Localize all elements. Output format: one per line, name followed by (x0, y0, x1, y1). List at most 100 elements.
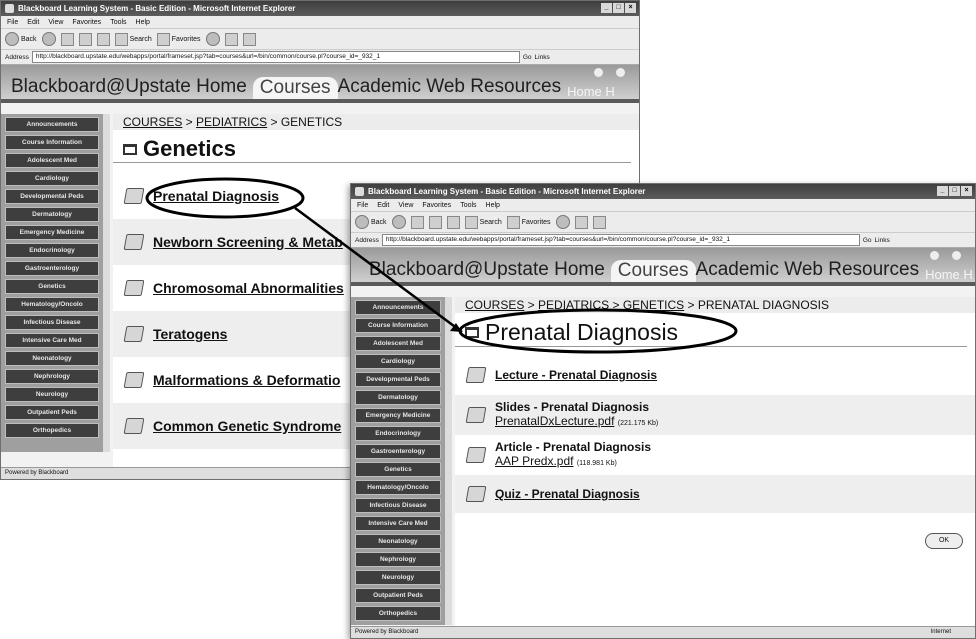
forward-icon[interactable] (391, 215, 406, 229)
menu-edit[interactable]: Edit (377, 202, 389, 209)
sidebar-item-outpatient-peds[interactable]: Outpatient Peds (355, 588, 441, 603)
back-button[interactable]: Back (355, 215, 387, 229)
refresh-icon[interactable] (78, 32, 92, 46)
sidebar-item-neurology[interactable]: Neurology (5, 387, 99, 402)
ok-button[interactable]: OK (925, 533, 963, 549)
sidebar-item-announcements[interactable]: Announcements (355, 300, 441, 315)
favorites-button[interactable]: Favorites (156, 32, 201, 46)
sidebar-item-neurology[interactable]: Neurology (355, 570, 441, 585)
menu-tools[interactable]: Tools (460, 202, 476, 209)
sidebar-item-infectious-disease[interactable]: Infectious Disease (355, 498, 441, 513)
home-help-label[interactable]: Home H (567, 84, 615, 99)
sidebar-item-genetics[interactable]: Genetics (355, 462, 441, 477)
tab-academic-resources[interactable]: Academic Web Resources (696, 259, 926, 282)
refresh-icon[interactable] (428, 215, 442, 229)
sidebar-item-neonatology[interactable]: Neonatology (5, 351, 99, 366)
tab-home[interactable]: Blackboard@Upstate Home (351, 259, 611, 282)
sidebar-item-orthopedics[interactable]: Orthopedics (355, 606, 441, 621)
crumb-courses[interactable]: COURSES (123, 115, 182, 129)
sidebar-item-hematology-oncolo[interactable]: Hematology/Oncolo (355, 480, 441, 495)
sidebar-item-announcements[interactable]: Announcements (5, 117, 99, 132)
maximize-button[interactable]: □ (613, 3, 624, 13)
home-help-label[interactable]: Home H (925, 267, 973, 282)
crumb-pediatrics[interactable]: PEDIATRICS (538, 298, 609, 312)
sidebar-item-course-information[interactable]: Course Information (355, 318, 441, 333)
search-button[interactable]: Search (114, 32, 152, 46)
tab-academic-resources[interactable]: Academic Web Resources (338, 76, 568, 99)
sidebar-item-neonatology[interactable]: Neonatology (355, 534, 441, 549)
sidebar-item-adolescent-med[interactable]: Adolescent Med (355, 336, 441, 351)
menu-help[interactable]: Help (486, 202, 500, 209)
sidebar-item-developmental-peds[interactable]: Developmental Peds (5, 189, 99, 204)
sidebar-item-course-information[interactable]: Course Information (5, 135, 99, 150)
sidebar-item-hematology-oncolo[interactable]: Hematology/Oncolo (5, 297, 99, 312)
sidebar-item-adolescent-med[interactable]: Adolescent Med (5, 153, 99, 168)
crumb-courses[interactable]: COURSES (465, 298, 524, 312)
close-button[interactable]: × (625, 3, 636, 13)
go-button[interactable]: Go (523, 54, 532, 61)
slides-file-link[interactable]: PrenatalDxLecture.pdf (495, 414, 614, 428)
home-icon[interactable] (446, 215, 460, 229)
sidebar-item-nephrology[interactable]: Nephrology (5, 369, 99, 384)
topic-link[interactable]: Prenatal Diagnosis (153, 188, 279, 204)
sidebar-item-genetics[interactable]: Genetics (5, 279, 99, 294)
forward-icon[interactable] (41, 32, 56, 46)
links-button[interactable]: Links (875, 237, 890, 244)
home-icon[interactable] (594, 68, 603, 77)
mail-icon[interactable] (574, 215, 588, 229)
sidebar-scrollbar[interactable] (445, 297, 452, 625)
home-icon[interactable] (96, 32, 110, 46)
sidebar-item-nephrology[interactable]: Nephrology (355, 552, 441, 567)
print-icon[interactable] (242, 32, 256, 46)
home-icon[interactable] (930, 251, 939, 260)
sidebar-item-cardiology[interactable]: Cardiology (5, 171, 99, 186)
go-button[interactable]: Go (863, 237, 872, 244)
sidebar-item-outpatient-peds[interactable]: Outpatient Peds (5, 405, 99, 420)
tab-courses[interactable]: Courses (610, 260, 696, 282)
address-input[interactable]: http://blackboard.upstate.edu/webapps/po… (31, 51, 520, 63)
mail-icon[interactable] (224, 32, 238, 46)
menu-view[interactable]: View (48, 19, 63, 26)
help-icon[interactable] (952, 251, 961, 260)
history-icon[interactable] (555, 215, 570, 229)
topic-link[interactable]: Malformations & Deformatio (153, 372, 340, 388)
topic-link[interactable]: Teratogens (153, 326, 227, 342)
topic-link[interactable]: Newborn Screening & Metab (153, 234, 343, 250)
links-button[interactable]: Links (535, 54, 550, 61)
sidebar-item-dermatology[interactable]: Dermatology (355, 390, 441, 405)
menu-favorites[interactable]: Favorites (422, 202, 451, 209)
stop-icon[interactable] (60, 32, 74, 46)
back-button[interactable]: Back (5, 32, 37, 46)
crumb-pediatrics[interactable]: PEDIATRICS (196, 115, 267, 129)
sidebar-item-developmental-peds[interactable]: Developmental Peds (355, 372, 441, 387)
menu-view[interactable]: View (398, 202, 413, 209)
tab-courses[interactable]: Courses (252, 77, 338, 99)
address-input[interactable]: http://blackboard.upstate.edu/webapps/po… (381, 234, 860, 246)
menu-file[interactable]: File (357, 202, 368, 209)
sidebar-item-gastroenterology[interactable]: Gastroenterology (355, 444, 441, 459)
sidebar-item-gastroenterology[interactable]: Gastroenterology (5, 261, 99, 276)
help-icon[interactable] (616, 68, 625, 77)
menu-help[interactable]: Help (136, 19, 150, 26)
sidebar-item-dermatology[interactable]: Dermatology (5, 207, 99, 222)
sidebar-item-emergency-medicine[interactable]: Emergency Medicine (5, 225, 99, 240)
history-icon[interactable] (205, 32, 220, 46)
favorites-button[interactable]: Favorites (506, 215, 551, 229)
sidebar-item-intensive-care-med[interactable]: Intensive Care Med (355, 516, 441, 531)
sidebar-scrollbar[interactable] (103, 114, 110, 452)
topic-link[interactable]: Chromosomal Abnormalities (153, 280, 344, 296)
sidebar-item-orthopedics[interactable]: Orthopedics (5, 423, 99, 438)
stop-icon[interactable] (410, 215, 424, 229)
crumb-genetics[interactable]: GENETICS (623, 298, 684, 312)
topic-link[interactable]: Common Genetic Syndrome (153, 418, 341, 434)
minimize-button[interactable]: _ (601, 3, 612, 13)
menu-favorites[interactable]: Favorites (72, 19, 101, 26)
tab-home[interactable]: Blackboard@Upstate Home (1, 76, 253, 99)
menu-tools[interactable]: Tools (110, 19, 126, 26)
print-icon[interactable] (592, 215, 606, 229)
menu-file[interactable]: File (7, 19, 18, 26)
sidebar-item-endocrinology[interactable]: Endocrinology (355, 426, 441, 441)
lecture-link[interactable]: Lecture - Prenatal Diagnosis (495, 368, 657, 382)
minimize-button[interactable]: _ (937, 186, 948, 196)
menu-edit[interactable]: Edit (27, 19, 39, 26)
